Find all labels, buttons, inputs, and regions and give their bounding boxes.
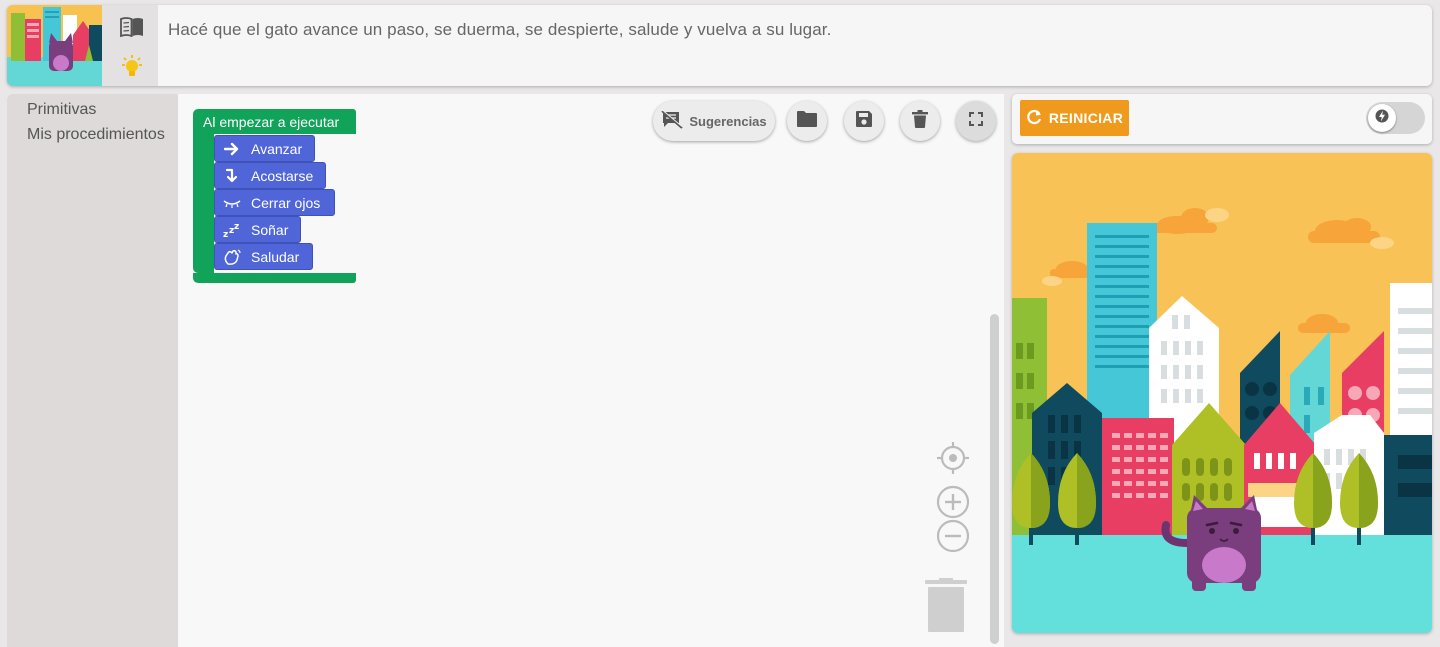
trash-can-icon — [925, 578, 967, 638]
svg-text:z: z — [223, 230, 228, 238]
reset-label: REINICIAR — [1048, 110, 1124, 126]
folder-icon — [796, 110, 818, 133]
center-view-button[interactable] — [936, 441, 970, 480]
arrow-right-icon — [223, 140, 241, 158]
lightbulb-icon[interactable] — [122, 55, 142, 84]
blocks-workspace[interactable]: Al empezar a ejecutar Avanzar Acostarse … — [178, 94, 1004, 647]
reset-button[interactable]: REINICIAR — [1020, 100, 1129, 136]
block-label: Acostarse — [251, 167, 314, 184]
trash-icon — [912, 109, 928, 133]
delete-button[interactable] — [900, 101, 940, 141]
toolbox-category-primitivas[interactable]: Primitivas — [27, 101, 96, 119]
crosshair-icon — [936, 442, 970, 479]
block-label: Saludar — [251, 248, 300, 265]
block-cerrar-ojos[interactable]: Cerrar ojos — [214, 189, 335, 216]
hat-block-label: Al empezar a ejecutar — [203, 114, 340, 130]
suggestions-button[interactable]: Sugerencias — [653, 101, 775, 141]
hint-icons-column — [102, 5, 158, 86]
save-icon — [855, 110, 873, 133]
zzz-icon: zzz — [223, 221, 241, 239]
svg-text:z: z — [234, 222, 239, 232]
turbo-mode-toggle[interactable] — [1366, 102, 1425, 134]
zoom-out-button[interactable] — [936, 519, 970, 558]
speech-bubble-off-icon — [661, 109, 683, 132]
zoom-out-icon — [936, 519, 970, 557]
block-sonar[interactable]: zzz Soñar — [214, 216, 301, 243]
block-label: Cerrar ojos — [251, 194, 321, 211]
blocks-toolbox: Primitivas Mis procedimientos — [7, 94, 178, 647]
refresh-icon — [1026, 109, 1042, 128]
block-label: Avanzar — [251, 140, 303, 157]
open-folder-button[interactable] — [787, 101, 827, 141]
suggestions-label: Sugerencias — [689, 113, 767, 129]
book-icon[interactable] — [120, 17, 144, 42]
save-button[interactable] — [844, 101, 884, 141]
block-acostarse[interactable]: Acostarse — [214, 162, 326, 189]
challenge-instructions: Hacé que el gato avance un paso, se duer… — [168, 20, 832, 39]
challenge-thumbnail[interactable] — [7, 5, 102, 86]
closed-eye-icon — [223, 194, 241, 212]
block-saludar[interactable]: Saludar — [214, 243, 313, 270]
fullscreen-button[interactable] — [956, 101, 996, 141]
block-avanzar[interactable]: Avanzar — [214, 135, 315, 162]
game-scene — [1012, 153, 1432, 633]
toolbox-category-mis-procedimientos[interactable]: Mis procedimientos — [27, 126, 165, 144]
lie-down-icon — [223, 167, 241, 185]
block-label: Soñar — [251, 221, 289, 238]
lightning-icon — [1375, 108, 1389, 129]
toggle-knob — [1368, 104, 1396, 132]
execution-controls-bar: REINICIAR — [1012, 94, 1432, 144]
workspace-trash-can[interactable] — [925, 578, 967, 639]
fullscreen-icon — [968, 111, 984, 132]
city-scene-illustration — [1012, 153, 1432, 633]
workspace-vertical-scrollbar[interactable] — [990, 314, 999, 644]
wave-hand-icon — [223, 248, 241, 266]
instruction-bar: Hacé que el gato avance un paso, se duer… — [7, 5, 1432, 86]
